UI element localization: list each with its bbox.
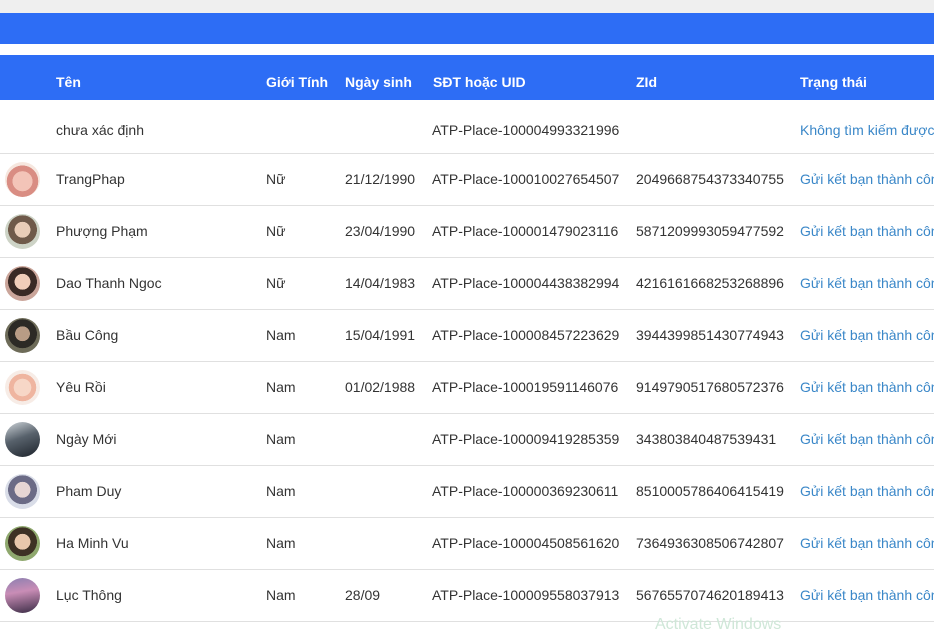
cell-zid: 3944399851430774943 <box>636 327 784 343</box>
cell-gender: Nam <box>266 535 296 551</box>
cell-zid: 5871209993059477592 <box>636 223 784 239</box>
cell-name: chưa xác định <box>56 122 144 138</box>
table-row[interactable]: Ha Minh Vu Nam ATP-Place-100004508561620 73… <box>0 517 934 570</box>
table-header: Tên Giới Tính Ngày sinh SĐT hoặc UID ZId… <box>0 55 934 100</box>
column-header-gender[interactable]: Giới Tính <box>266 55 328 100</box>
cell-name: Lục Thông <box>56 587 122 603</box>
cell-uid: ATP-Place-100019591146076 <box>432 379 619 395</box>
cell-gender: Nam <box>266 483 296 499</box>
cell-uid: ATP-Place-100004993321996 <box>432 122 620 138</box>
table-row[interactable]: Dao Thanh Ngoc Nữ 14/04/1983 ATP-Place-1000… <box>0 257 934 310</box>
column-header-name[interactable]: Tên <box>56 55 81 100</box>
cell-status[interactable]: Gửi kết bạn thành công <box>800 275 934 291</box>
cell-status[interactable]: Gửi kết bạn thành công <box>800 223 934 239</box>
cell-name: Pham Duy <box>56 483 122 499</box>
cell-uid: ATP-Place-100008457223629 <box>432 327 620 343</box>
cell-zid: 4216161668253268896 <box>636 275 784 291</box>
avatar <box>5 266 40 301</box>
table-row[interactable]: Yêu Rồi Nam 01/02/1988 ATP-Place-1000195911… <box>0 361 934 414</box>
cell-gender: Nữ <box>266 275 286 291</box>
avatar <box>5 474 40 509</box>
table-row[interactable]: Bầu Công Nam 15/04/1991 ATP-Place-100008457… <box>0 309 934 362</box>
cell-name: Ha Minh Vu <box>56 535 129 551</box>
avatar <box>5 318 40 353</box>
cell-status[interactable]: Gửi kết bạn thành công <box>800 171 934 187</box>
table-row[interactable]: chưa xác định ATP-Place-100004993321996 Kh… <box>0 100 934 154</box>
cell-zid: 8510005786406415419 <box>636 483 784 499</box>
table-row[interactable]: Pham Duy Nam ATP-Place-100000369230611 8510… <box>0 465 934 518</box>
cell-gender: Nữ <box>266 223 286 239</box>
avatar <box>5 526 40 561</box>
app-header-bar <box>0 13 934 44</box>
cell-status[interactable]: Gửi kết bạn thành công <box>800 483 934 499</box>
column-header-status[interactable]: Trạng thái <box>800 55 867 100</box>
avatar <box>5 578 40 613</box>
cell-uid: ATP-Place-100000369230611 <box>432 483 619 499</box>
cell-uid: ATP-Place-100009419285359 <box>432 431 620 447</box>
cell-uid: ATP-Place-100004508561620 <box>432 535 620 551</box>
column-header-birthday[interactable]: Ngày sinh <box>345 55 412 100</box>
cell-zid: 9149790517680572376 <box>636 379 784 395</box>
cell-birthday: 28/09 <box>345 587 381 603</box>
table-row[interactable]: Lục Thông Nam 28/09 ATP-Place-1000095580379… <box>0 569 934 622</box>
cell-gender: Nam <box>266 587 296 603</box>
cell-birthday: 23/04/1990 <box>345 223 416 239</box>
avatar <box>5 162 40 197</box>
cell-zid: 5676557074620189413 <box>636 587 784 603</box>
cell-gender: Nam <box>266 379 296 395</box>
cell-name: Bầu Công <box>56 327 119 343</box>
cell-name: Ngày Mới <box>56 431 117 447</box>
cell-status[interactable]: Gửi kết bạn thành công <box>800 587 934 603</box>
cell-status[interactable]: Gửi kết bạn thành công <box>800 535 934 551</box>
cell-uid: ATP-Place-100009558037913 <box>432 587 620 603</box>
avatar <box>5 214 40 249</box>
cell-gender: Nam <box>266 327 296 343</box>
cell-name: TrangPhap <box>56 171 125 187</box>
avatar <box>5 370 40 405</box>
watermark: Activate Windows <box>655 616 782 633</box>
cell-zid: 2049668754373340755 <box>636 171 784 187</box>
cell-zid: 343803840487539431 <box>636 431 777 447</box>
table-row[interactable]: Ngày Mới Nam ATP-Place-100009419285359 3438… <box>0 413 934 466</box>
cell-name: Dao Thanh Ngoc <box>56 275 162 291</box>
cell-name: Phượng Phạm <box>56 223 148 239</box>
cell-gender: Nam <box>266 431 296 447</box>
column-header-phone-uid[interactable]: SĐT hoặc UID <box>433 55 526 100</box>
header-gap <box>0 44 934 55</box>
cell-uid: ATP-Place-100004438382994 <box>432 275 620 291</box>
cell-status[interactable]: Không tìm kiếm được <box>800 122 934 138</box>
cell-status[interactable]: Gửi kết bạn thành công <box>800 327 934 343</box>
table-row[interactable]: Phượng Phạm Nữ 23/04/1990 ATP-Place-1000014… <box>0 205 934 258</box>
avatar <box>5 422 40 457</box>
cell-uid: ATP-Place-100001479023116 <box>432 223 619 239</box>
table-row[interactable]: TrangPhap Nữ 21/12/1990 ATP-Place-100010027… <box>0 153 934 206</box>
cell-zid: 7364936308506742807 <box>636 535 784 551</box>
cell-birthday: 14/04/1983 <box>345 275 416 291</box>
cell-uid: ATP-Place-100010027654507 <box>432 171 620 187</box>
cell-name: Yêu Rồi <box>56 379 106 395</box>
cell-gender: Nữ <box>266 171 286 187</box>
cell-birthday: 01/02/1988 <box>345 379 416 395</box>
cell-birthday: 21/12/1990 <box>345 171 416 187</box>
cell-status[interactable]: Gửi kết bạn thành công <box>800 379 934 395</box>
window-top-strip <box>0 0 934 13</box>
column-header-zid[interactable]: ZId <box>636 55 657 100</box>
cell-birthday: 15/04/1991 <box>345 327 416 343</box>
cell-status[interactable]: Gửi kết bạn thành công <box>800 431 934 447</box>
